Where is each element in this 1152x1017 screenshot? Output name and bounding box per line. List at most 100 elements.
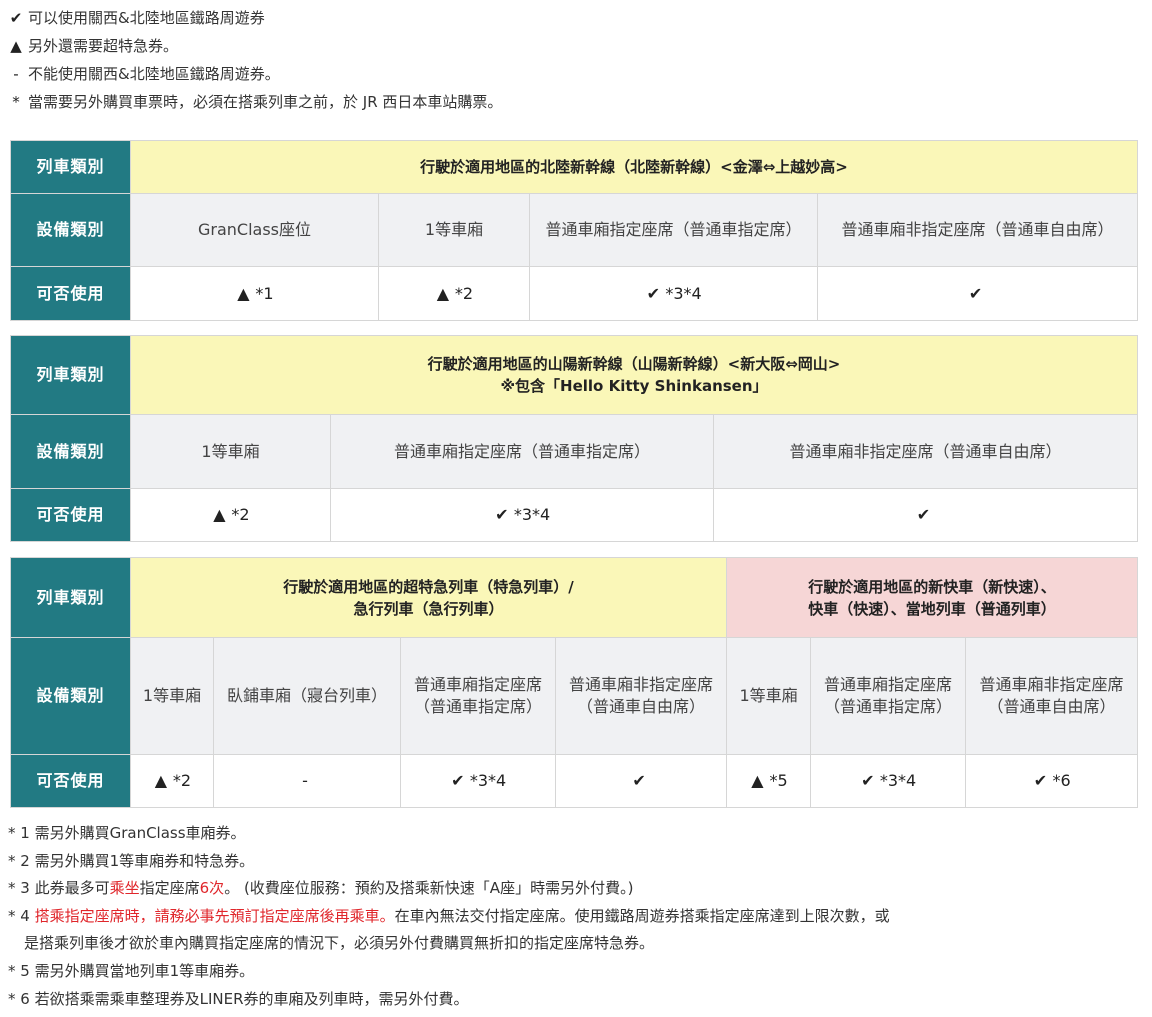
facility-cell: GranClass座位 <box>130 193 379 267</box>
footnote-continuation: 是搭乘列車後才欲於車內購買指定座席的情況下，必須另外付費購買無折扣的指定座席特急… <box>24 934 655 953</box>
footnote-emphasis: 搭乘指定座席時，請務必事先預訂指定座席後再乘車。 <box>34 906 395 925</box>
facility-row: 設備類別 GranClass座位 1等車廂 普通車廂指定座席（普通車指定席） 普通車廂非… <box>10 193 1139 267</box>
train-type-cell: 行駛於適用地區的北陸新幹線（北陸新幹線）<金澤⇔上越妙高> <box>129 140 1139 194</box>
train-type-row: 列車類別 行駛於適用地區的北陸新幹線（北陸新幹線）<金澤⇔上越妙高> <box>10 140 1139 194</box>
facility-type-label: 設備類別 <box>10 637 131 755</box>
usage-row: 可否使用 ▲ *2 ✔ *3*4 ✔ <box>10 488 1139 542</box>
footnote-ref: *3*4 <box>513 505 551 524</box>
footnote-ref: *2 <box>231 505 250 524</box>
check-icon: ✔ <box>968 283 983 303</box>
usable-label: 可否使用 <box>10 754 131 808</box>
triangle-icon: ▲ <box>237 283 250 303</box>
usage-cell: ✔ *3*4 <box>330 488 714 542</box>
facility-cell: 1等車廂 <box>726 637 812 755</box>
availability-table: 列車類別 行駛於適用地區的山陽新幹線（山陽新幹線）<新大阪⇔岡山> ※包含「Hell… <box>10 335 1139 542</box>
train-type-row: 列車類別 行駛於適用地區的超特急列車（特急列車）/急行列車（急行列車） 行駛於適用地… <box>10 557 1139 638</box>
footnote: * 4 搭乘指定座席時，請務必事先預訂指定座席後再乘車。在車內無法交付指定座席。… <box>8 903 890 931</box>
footnote-text: 需另外購買1等車廂券和特急券。 <box>34 851 255 870</box>
legend-item: ✔ 可以使用關西&北陸地區鐵路周遊券 <box>8 4 502 32</box>
usable-label: 可否使用 <box>10 488 131 542</box>
triangle-icon: ▲ <box>436 283 450 303</box>
facility-cell: 普通車廂非指定座席（普通車自由席） <box>554 637 728 755</box>
facility-cell: 1等車廂 <box>130 637 214 755</box>
triangle-icon: ▲ <box>10 37 22 55</box>
usage-cell: ✔ *3*4 <box>810 754 967 808</box>
train-type-row: 列車類別 行駛於適用地區的山陽新幹線（山陽新幹線）<新大阪⇔岡山> ※包含「Hell… <box>10 335 1139 415</box>
footnote-text: 需另外購買當地列車1等車廂券。 <box>34 961 255 980</box>
footnote: * 2 需另外購買1等車廂券和特急券。 <box>8 848 890 876</box>
dash-icon: - <box>302 771 308 790</box>
facility-cell: 普通車廂指定座席（普通車指定席） <box>330 414 714 489</box>
usage-cell: ✔ <box>712 488 1139 542</box>
usage-cell: ▲ *5 <box>726 754 812 808</box>
check-icon: ✔ <box>1033 771 1048 790</box>
check-icon: ✔ <box>916 505 931 524</box>
train-type-label: 列車類別 <box>10 140 131 194</box>
facility-cell: 1等車廂 <box>130 414 331 489</box>
footnote-mark: * 3 <box>8 879 30 898</box>
usage-cell: ✔ <box>816 266 1139 321</box>
triangle-icon: ▲ <box>154 771 168 790</box>
dash-icon: - <box>13 65 19 83</box>
facility-cell: 普通車廂指定座席（普通車指定席） <box>400 637 556 755</box>
footnote-text: 此券最多可 <box>34 879 110 898</box>
footnote-mark: * 4 <box>8 906 30 925</box>
train-type-cell: 行駛於適用地區的新快車（新快速）、 快車（快速）、當地列車（普通列車） <box>726 557 1139 638</box>
usage-cell: ▲ *2 <box>378 266 530 321</box>
train-type-text: 行駛於適用地區的新快車（新快速）、 <box>808 577 1056 596</box>
check-icon: ✔ <box>632 771 646 790</box>
train-type-label: 列車類別 <box>10 557 131 638</box>
footnote: * 1 需另外購買GranClass車廂券。 <box>8 820 890 848</box>
usage-cell: ▲ *2 <box>130 488 331 542</box>
facility-cell: 臥鋪車廂（寢台列車） <box>213 637 401 755</box>
footnote-mark: * 2 <box>8 851 30 870</box>
facility-cell: 普通車廂指定座席（普通車指定席） <box>810 637 967 755</box>
footnotes: * 1 需另外購買GranClass車廂券。 * 2 需另外購買1等車廂券和特急券… <box>8 820 890 1013</box>
train-type-text: ※包含「Hello Kitty Shinkansen」 <box>500 377 768 395</box>
footnote-ref: *3*4 <box>469 771 507 790</box>
footnote-text: 若欲搭乘需乘車整理券及LINER券的車廂及列車時，需另外付費。 <box>34 989 469 1008</box>
usage-cell: ▲ *1 <box>130 266 379 321</box>
train-type-text: 行駛於適用地區的山陽新幹線（山陽新幹線）<新大阪⇔岡山> <box>427 355 841 373</box>
usage-cell: ✔ <box>554 754 728 808</box>
asterisk-icon: * <box>12 93 20 111</box>
footnote-mark: * 1 <box>8 824 30 842</box>
check-icon: ✔ <box>9 9 23 27</box>
footnote-ref: *3*4 <box>879 771 917 790</box>
legend-item: ▲ 另外還需要超特急券。 <box>8 32 502 60</box>
footnote-emphasis: 6次 <box>199 879 225 898</box>
train-type-cell: 行駛於適用地區的超特急列車（特急列車）/ 急行列車（急行列車） <box>129 557 728 638</box>
usable-label: 可否使用 <box>10 266 131 321</box>
facility-cell: 1等車廂 <box>378 193 530 267</box>
legend-text: 不能使用關西&北陸地區鐵路周遊券。 <box>28 65 280 83</box>
footnote-text: 需另外購買GranClass車廂券。 <box>34 824 246 842</box>
footnote: * 6 若欲搭乘需乘車整理券及LINER券的車廂及列車時，需另外付費。 <box>8 986 890 1014</box>
footnote-emphasis: 乘坐 <box>109 879 140 898</box>
footnote-text: 。 (收費座位服務：預約及搭乘新快速「A座」時需另外付費。) <box>224 879 634 898</box>
footnote-ref: *5 <box>769 771 788 790</box>
facility-row: 設備類別 1等車廂 臥鋪車廂（寢台列車） 普通車廂指定座席（普通車指定席） 普通車廂非指… <box>10 637 1139 755</box>
availability-table: 列車類別 行駛於適用地區的超特急列車（特急列車）/急行列車（急行列車） 行駛於適用地… <box>10 557 1139 808</box>
footnote-ref: *2 <box>454 283 474 303</box>
footnote: * 3 此券最多可乘坐指定座席6次。 (收費座位服務：預約及搭乘新快速「A座」時… <box>8 875 890 903</box>
facility-row: 設備類別 1等車廂 普通車廂指定座席（普通車指定席） 普通車廂非指定座席（普通車自由席… <box>10 414 1139 489</box>
usage-row: 可否使用 ▲ *2- ✔ *3*4 ✔ ▲ *5 ✔ *3*4 ✔ *6 <box>10 754 1139 808</box>
footnote-ref: *3*4 <box>665 283 702 303</box>
footnote-mark: * 5 <box>8 961 30 980</box>
legend-item: * 當需要另外購買車票時，必須在搭乘列車之前，於 JR 西日本車站購票。 <box>8 88 502 116</box>
facility-cell: 普通車廂指定座席（普通車指定席） <box>529 193 818 267</box>
train-type-text: 行駛於適用地區的北陸新幹線（北陸新幹線）<金澤⇔上越妙高> <box>420 158 848 176</box>
availability-table: 列車類別 行駛於適用地區的北陸新幹線（北陸新幹線）<金澤⇔上越妙高> 設備類別 Gra… <box>10 140 1139 321</box>
train-type-text: 行駛於適用地區的超特急列車（特急列車）/ <box>283 577 574 596</box>
usage-cell: ▲ *2 <box>130 754 214 808</box>
train-type-label: 列車類別 <box>10 335 131 415</box>
footnote-ref: *2 <box>172 771 192 790</box>
footnote-ref: *6 <box>1052 771 1071 790</box>
facility-cell: 普通車廂非指定座席（普通車自由席） <box>816 193 1139 267</box>
legend-text: 另外還需要超特急券。 <box>28 37 179 55</box>
facility-type-label: 設備類別 <box>10 193 131 267</box>
footnote-ref: *1 <box>255 283 274 303</box>
footnote-text: 在車內無法交付指定座席。使用鐵路周遊券搭乘指定座席達到上限次數，或 <box>394 906 890 925</box>
train-type-cell: 行駛於適用地區的山陽新幹線（山陽新幹線）<新大阪⇔岡山> ※包含「Hello Ki… <box>129 335 1139 415</box>
legend-text: 可以使用關西&北陸地區鐵路周遊券 <box>28 9 265 27</box>
